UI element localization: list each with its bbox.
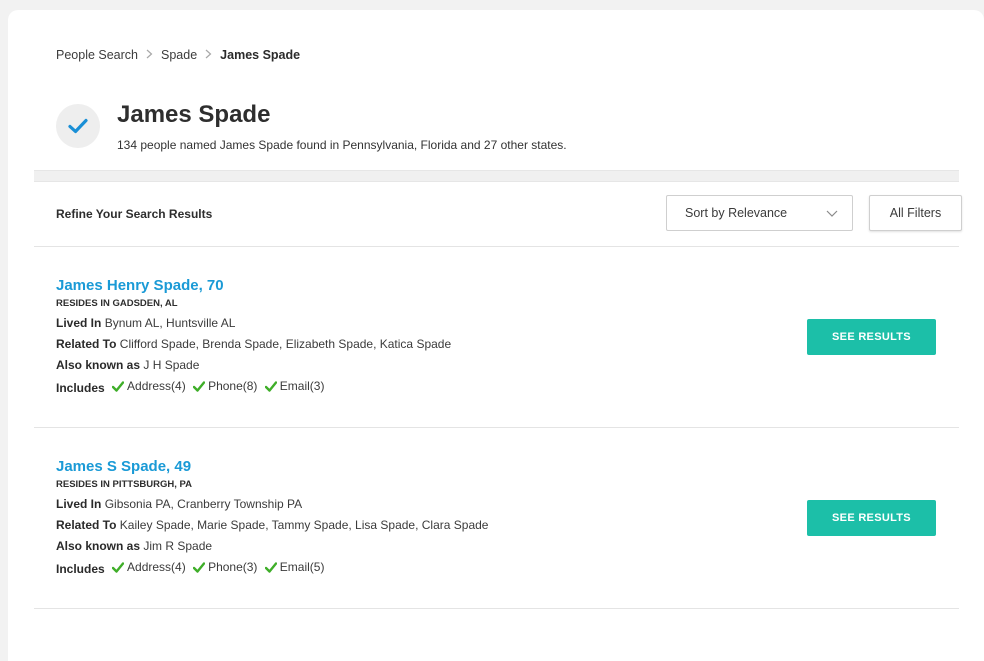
includes-label: Includes xyxy=(56,562,105,576)
result-also-known-as: Also known as J H Spade xyxy=(56,355,956,376)
divider xyxy=(34,246,959,247)
related-to-value: Kailey Spade, Marie Spade, Tammy Spade, … xyxy=(119,518,489,532)
include-email: Email(3) xyxy=(264,376,325,397)
includes-label: Includes xyxy=(56,381,105,395)
check-icon xyxy=(264,562,277,573)
see-results-button[interactable]: SEE RESULTS xyxy=(807,319,936,355)
chevron-down-icon xyxy=(826,206,838,220)
see-results-button[interactable]: SEE RESULTS xyxy=(807,500,936,536)
include-email-label: Email(5) xyxy=(279,560,325,574)
breadcrumb-current: James Spade xyxy=(220,48,301,62)
lived-in-label: Lived In xyxy=(56,497,102,511)
also-known-as-value: Jim R Spade xyxy=(143,539,213,553)
check-icon xyxy=(264,381,277,392)
breadcrumb-spade[interactable]: Spade xyxy=(161,48,197,62)
result-resides: RESIDES IN PITTSBURGH, PA xyxy=(56,479,193,490)
main-content: People Search Spade James Spade James Sp… xyxy=(34,10,967,661)
result-also-known-as: Also known as Jim R Spade xyxy=(56,536,956,557)
include-phone-label: Phone(8) xyxy=(208,379,258,393)
include-address-label: Address(4) xyxy=(127,379,186,393)
include-phone: Phone(3) xyxy=(193,557,257,578)
include-address: Address(4) xyxy=(112,557,186,578)
result-includes: Includes Address(4) Phone(8) Email(3) xyxy=(56,376,956,399)
chevron-right-icon xyxy=(205,48,212,62)
include-email-label: Email(3) xyxy=(279,379,325,393)
include-phone: Phone(8) xyxy=(193,376,257,397)
lived-in-value: Gibsonia PA, Cranberry Township PA xyxy=(104,497,303,511)
also-known-as-label: Also known as xyxy=(56,358,141,372)
chevron-right-icon xyxy=(146,48,153,62)
all-filters-button[interactable]: All Filters xyxy=(869,195,962,231)
sort-dropdown[interactable]: Sort by Relevance xyxy=(666,195,853,231)
refine-label: Refine Your Search Results xyxy=(56,207,213,221)
verified-check-icon xyxy=(56,104,100,148)
section-divider xyxy=(34,170,959,182)
sort-dropdown-label: Sort by Relevance xyxy=(685,206,788,220)
result-name-link[interactable]: James Henry Spade, 70 xyxy=(56,277,956,295)
include-address: Address(4) xyxy=(112,376,186,397)
check-icon xyxy=(193,381,206,392)
page-subtitle: 134 people named James Spade found in Pe… xyxy=(117,138,567,152)
page-title: James Spade xyxy=(117,101,271,128)
lived-in-label: Lived In xyxy=(56,316,102,330)
related-to-label: Related To xyxy=(56,518,117,532)
lived-in-value: Bynum AL, Huntsville AL xyxy=(104,316,236,330)
check-icon xyxy=(193,562,206,573)
divider xyxy=(34,427,959,428)
results-card: People Search Spade James Spade James Sp… xyxy=(8,10,984,661)
result-name-link[interactable]: James S Spade, 49 xyxy=(56,458,956,476)
breadcrumb-people-search[interactable]: People Search xyxy=(56,48,138,62)
also-known-as-value: J H Spade xyxy=(143,358,200,372)
related-to-label: Related To xyxy=(56,337,117,351)
include-address-label: Address(4) xyxy=(127,560,186,574)
check-icon xyxy=(112,381,125,392)
divider xyxy=(34,608,959,609)
result-resides: RESIDES IN GADSDEN, AL xyxy=(56,298,178,309)
breadcrumb: People Search Spade James Spade xyxy=(56,48,300,62)
related-to-value: Clifford Spade, Brenda Spade, Elizabeth … xyxy=(119,337,452,351)
include-email: Email(5) xyxy=(264,557,325,578)
check-icon xyxy=(112,562,125,573)
include-phone-label: Phone(3) xyxy=(208,560,258,574)
also-known-as-label: Also known as xyxy=(56,539,141,553)
result-includes: Includes Address(4) Phone(3) Email(5) xyxy=(56,557,956,580)
